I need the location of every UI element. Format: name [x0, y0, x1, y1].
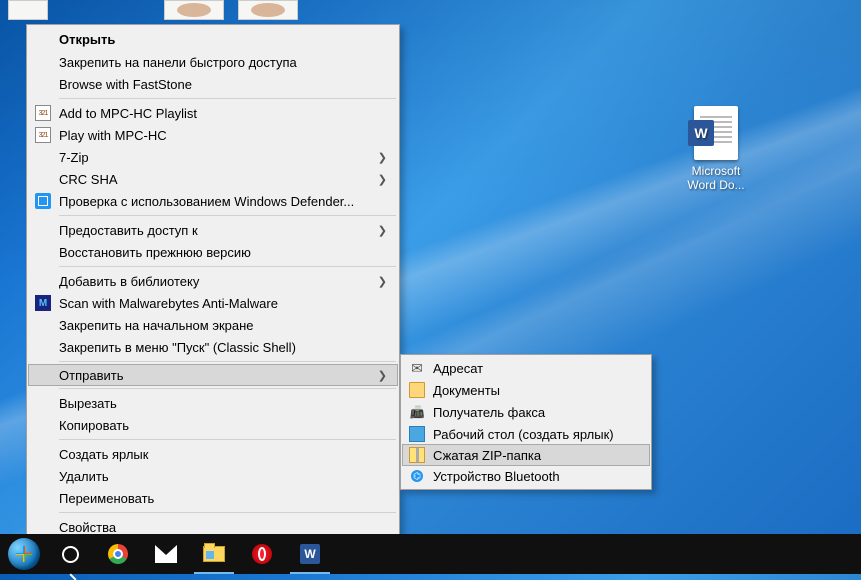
taskbar-app-chrome[interactable]: [94, 534, 142, 574]
file-explorer-icon: [203, 546, 225, 562]
submenu-arrow-icon: ❯: [378, 224, 387, 237]
mail-app-icon: [155, 545, 177, 563]
malwarebytes-icon: [35, 295, 51, 311]
taskbar-app-explorer[interactable]: [190, 534, 238, 574]
taskbar-search-button[interactable]: [46, 534, 94, 574]
word-document-icon: W: [694, 106, 738, 160]
menu-separator: [59, 215, 396, 216]
menu-item-add-library[interactable]: Добавить в библиотеку❯: [29, 270, 397, 292]
desktop-icon: [409, 426, 425, 442]
menu-separator: [59, 266, 396, 267]
desktop-selection-thumb: [8, 0, 48, 20]
menu-separator: [59, 98, 396, 99]
menu-item-delete[interactable]: Удалить: [29, 465, 397, 487]
menu-item-7zip[interactable]: 7-Zip❯: [29, 146, 397, 168]
submenu-arrow-icon: ❯: [378, 173, 387, 186]
menu-item-restore-previous[interactable]: Восстановить прежнюю версию: [29, 241, 397, 263]
menu-item-malwarebytes[interactable]: Scan with Malwarebytes Anti-Malware: [29, 292, 397, 314]
desktop-selection-thumb: [238, 0, 298, 20]
submenu-item-documents[interactable]: Документы: [403, 379, 649, 401]
submenu-arrow-icon: ❯: [378, 151, 387, 164]
desktop-icon-word-doc[interactable]: W Microsoft Word Do...: [676, 106, 756, 192]
menu-item-create-shortcut[interactable]: Создать ярлык: [29, 443, 397, 465]
menu-item-mpc-play[interactable]: Play with MPC-HC: [29, 124, 397, 146]
send-to-submenu: Адресат Документы Получатель факса Рабоч…: [400, 354, 652, 490]
zip-folder-icon: [409, 447, 425, 463]
context-menu: Открыть Закрепить на панели быстрого дос…: [26, 24, 400, 541]
word-icon: W: [300, 544, 320, 564]
mpc-icon: [35, 105, 51, 121]
taskbar-app-mail[interactable]: [142, 534, 190, 574]
windows-logo-icon: [8, 538, 40, 570]
menu-separator: [59, 388, 396, 389]
menu-separator: [59, 361, 396, 362]
menu-separator: [59, 512, 396, 513]
desktop-icon-label: Microsoft: [692, 164, 741, 178]
menu-item-rename[interactable]: Переименовать: [29, 487, 397, 509]
search-icon: [62, 546, 79, 563]
desktop-selection-thumb: [164, 0, 224, 20]
bluetooth-icon: [409, 468, 425, 484]
defender-icon: [35, 193, 51, 209]
menu-item-copy[interactable]: Копировать: [29, 414, 397, 436]
menu-item-browse-faststone[interactable]: Browse with FastStone: [29, 73, 397, 95]
taskbar: W: [0, 534, 861, 574]
folder-icon: [409, 382, 425, 398]
start-button[interactable]: [2, 534, 46, 574]
menu-item-grant-access[interactable]: Предоставить доступ к❯: [29, 219, 397, 241]
taskbar-app-opera[interactable]: [238, 534, 286, 574]
chrome-icon: [108, 544, 128, 564]
menu-item-cut[interactable]: Вырезать: [29, 392, 397, 414]
mpc-icon: [35, 127, 51, 143]
fax-icon: [409, 404, 425, 420]
menu-separator: [59, 439, 396, 440]
menu-item-pin-start[interactable]: Закрепить на начальном экране: [29, 314, 397, 336]
submenu-item-mail-recipient[interactable]: Адресат: [403, 357, 649, 379]
menu-item-send-to[interactable]: Отправить❯: [28, 364, 398, 386]
menu-item-open[interactable]: Открыть: [29, 27, 397, 51]
submenu-item-zip-folder[interactable]: Сжатая ZIP-папка: [402, 444, 650, 466]
submenu-arrow-icon: ❯: [378, 369, 387, 382]
menu-item-pin-classic-shell[interactable]: Закрепить в меню "Пуск" (Classic Shell): [29, 336, 397, 358]
desktop-icon-label: Word Do...: [687, 178, 744, 192]
menu-item-crc-sha[interactable]: CRC SHA❯: [29, 168, 397, 190]
submenu-item-desktop-shortcut[interactable]: Рабочий стол (создать ярлык): [403, 423, 649, 445]
mail-icon: [409, 360, 425, 376]
menu-item-defender[interactable]: Проверка с использованием Windows Defend…: [29, 190, 397, 212]
submenu-item-bluetooth[interactable]: Устройство Bluetooth: [403, 465, 649, 487]
menu-item-pin-quick-access[interactable]: Закрепить на панели быстрого доступа: [29, 51, 397, 73]
menu-item-mpc-add[interactable]: Add to MPC-HC Playlist: [29, 102, 397, 124]
taskbar-app-word[interactable]: W: [286, 534, 334, 574]
opera-icon: [252, 544, 272, 564]
submenu-item-fax[interactable]: Получатель факса: [403, 401, 649, 423]
submenu-arrow-icon: ❯: [378, 275, 387, 288]
